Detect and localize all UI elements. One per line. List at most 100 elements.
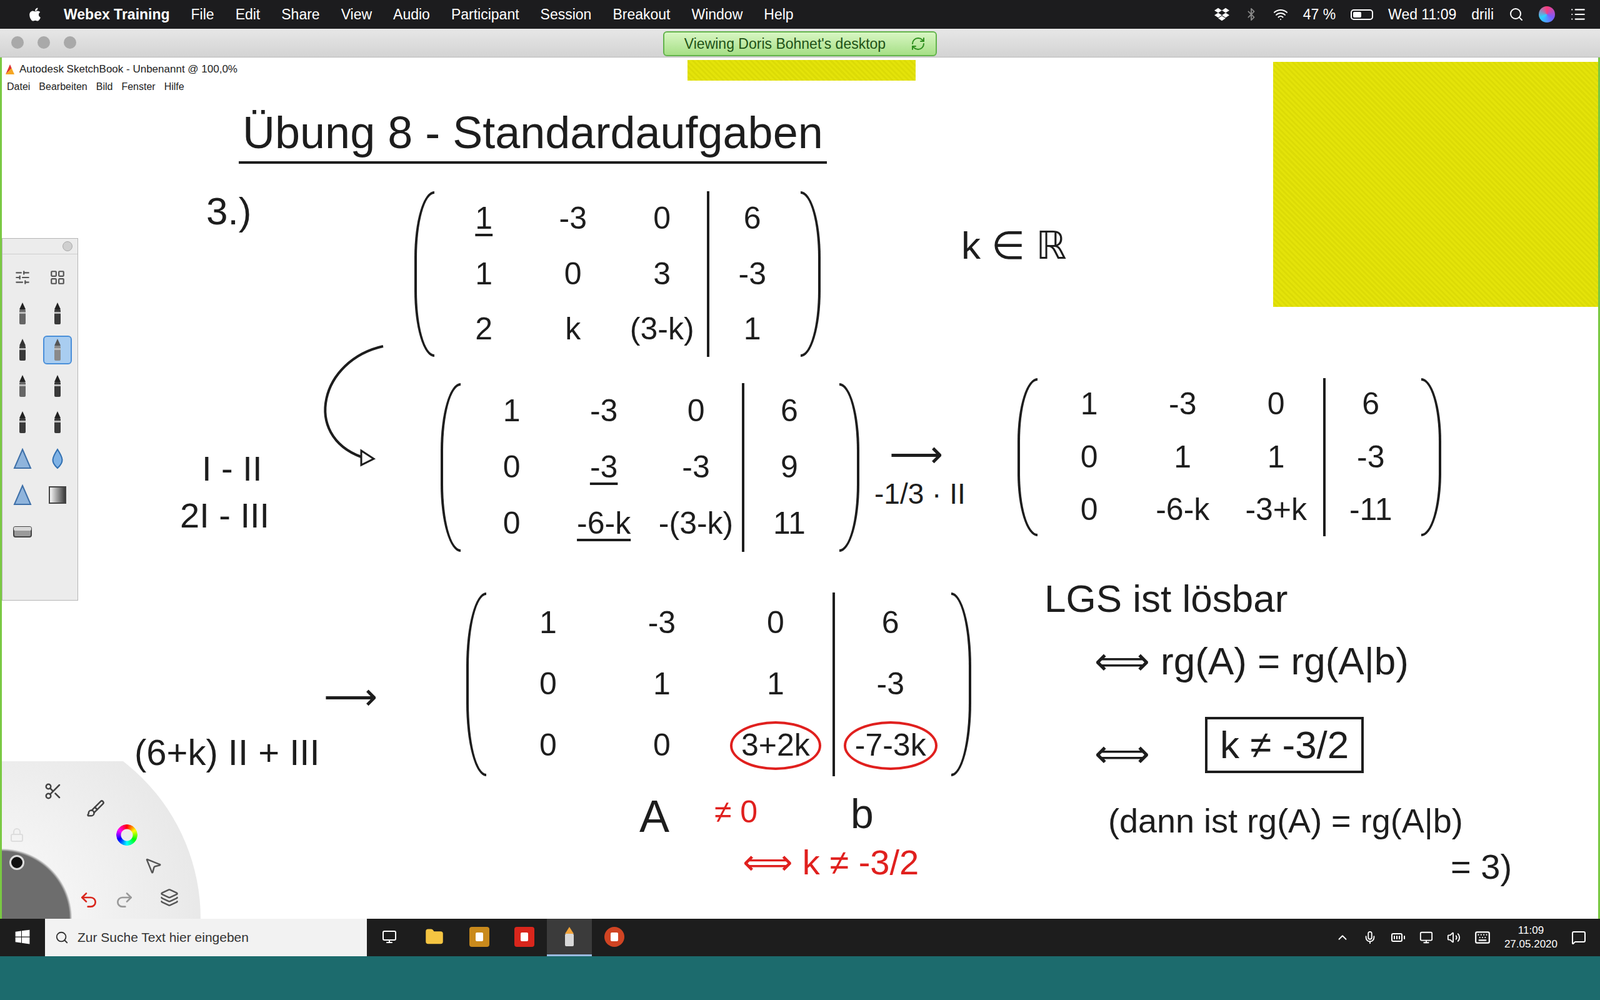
battery-icon[interactable] bbox=[1390, 930, 1406, 945]
tools-icon bbox=[43, 781, 63, 801]
matrix-cell: -3 bbox=[528, 191, 619, 247]
menu-item[interactable]: Help bbox=[763, 6, 794, 24]
tool-button[interactable] bbox=[8, 444, 37, 474]
tool-button[interactable] bbox=[8, 335, 37, 365]
matrix: 1-306011-3003+2k-7-3k bbox=[466, 592, 972, 777]
matrix-cell: 1 bbox=[1042, 378, 1137, 431]
menu-item[interactable]: Share bbox=[281, 6, 320, 24]
notification-icon[interactable] bbox=[1571, 930, 1587, 945]
tool-button[interactable] bbox=[8, 480, 37, 510]
tool-button[interactable] bbox=[8, 263, 37, 292]
taskbar-app[interactable] bbox=[546, 918, 592, 957]
menu-item[interactable]: Bild bbox=[96, 81, 114, 93]
keyboard-icon[interactable] bbox=[1474, 929, 1491, 946]
matrix-cell: 0 bbox=[1042, 430, 1137, 484]
tool-button[interactable] bbox=[8, 516, 37, 546]
handwritten-note: 2I - III bbox=[180, 494, 270, 537]
menu-item[interactable]: File bbox=[191, 6, 215, 24]
powerpoint-icon bbox=[604, 926, 625, 947]
minimize-button[interactable] bbox=[37, 36, 50, 49]
microphone-icon[interactable] bbox=[1363, 930, 1377, 945]
matrix-cell: 11 bbox=[741, 495, 834, 552]
radial-item[interactable] bbox=[158, 886, 180, 909]
menu-item[interactable]: Datei bbox=[6, 81, 30, 93]
task-view-button[interactable] bbox=[366, 918, 412, 957]
tool-button[interactable] bbox=[43, 408, 72, 437]
menu-item[interactable]: Hilfe bbox=[164, 81, 185, 93]
handwritten-note: k ≠ -3/2 bbox=[1205, 716, 1364, 774]
taskbar-app[interactable] bbox=[411, 918, 457, 957]
menu-item[interactable]: Participant bbox=[451, 6, 520, 24]
handwritten-note: ⟶ bbox=[323, 674, 378, 720]
handwritten-note: k ∈ ℝ bbox=[961, 222, 1067, 269]
sync-icon[interactable] bbox=[910, 36, 926, 52]
matrix-cell: (3-k) bbox=[617, 301, 707, 357]
radial-item[interactable] bbox=[42, 780, 64, 802]
battery-icon[interactable] bbox=[1350, 9, 1374, 20]
app-menu[interactable]: Webex Training bbox=[63, 6, 170, 24]
chevron-up-icon[interactable] bbox=[1335, 930, 1350, 945]
cell-text: -6-k bbox=[576, 505, 631, 542]
menu-item[interactable]: View bbox=[341, 6, 372, 24]
tool-button[interactable] bbox=[43, 299, 72, 329]
radial-item[interactable] bbox=[116, 824, 138, 846]
notification-list-icon[interactable] bbox=[1570, 6, 1587, 23]
taskbar-app[interactable] bbox=[501, 918, 547, 957]
menu-item[interactable]: Audio bbox=[393, 6, 430, 24]
menu-item[interactable]: Window bbox=[691, 6, 743, 24]
tool-button[interactable] bbox=[43, 371, 72, 401]
menu-item[interactable]: Fenster bbox=[121, 81, 155, 93]
redo-icon bbox=[114, 890, 135, 910]
radial-ring bbox=[1, 761, 201, 919]
radial-item[interactable] bbox=[6, 824, 28, 846]
user-name[interactable]: drili bbox=[1471, 6, 1494, 24]
matrix-cell: 1 bbox=[491, 592, 605, 654]
tool-button[interactable] bbox=[43, 480, 72, 510]
wifi-icon[interactable] bbox=[1273, 6, 1289, 22]
radial-item[interactable] bbox=[6, 851, 28, 874]
siri-icon[interactable] bbox=[1538, 6, 1555, 23]
cell-text: 0 bbox=[1267, 386, 1285, 423]
zoom-button[interactable] bbox=[63, 36, 77, 49]
bluetooth-icon[interactable] bbox=[1244, 7, 1259, 22]
handwritten-note: = 3) bbox=[1450, 845, 1512, 888]
taskbar-app[interactable] bbox=[456, 918, 502, 957]
tool-button[interactable] bbox=[8, 408, 37, 437]
start-button[interactable] bbox=[0, 918, 45, 957]
palette-close-button[interactable] bbox=[62, 241, 73, 252]
tool-button[interactable] bbox=[8, 371, 37, 401]
radial-item[interactable] bbox=[113, 889, 135, 911]
apple-icon[interactable] bbox=[27, 6, 43, 22]
taskbar-app[interactable] bbox=[591, 918, 637, 957]
matrix-cell: 1 bbox=[1136, 430, 1230, 484]
handwritten-note: ⟺ rg(A) = rg(A|b) bbox=[1094, 638, 1409, 685]
dropbox-icon[interactable] bbox=[1214, 6, 1230, 22]
matrix: 1-3060-3-390-6-k-(3-k)11 bbox=[440, 383, 860, 552]
menu-item[interactable]: Session bbox=[540, 6, 592, 24]
volume-icon[interactable] bbox=[1446, 930, 1461, 945]
radial-item[interactable] bbox=[142, 855, 164, 877]
cell-text: 6 bbox=[881, 605, 900, 642]
tool-button[interactable] bbox=[43, 444, 72, 474]
cell-text: 0 bbox=[539, 666, 557, 703]
search-icon[interactable] bbox=[1508, 6, 1524, 22]
radial-item[interactable] bbox=[85, 798, 107, 820]
cell-text: 0 bbox=[653, 200, 671, 237]
matrix-cell: 0 bbox=[1229, 378, 1324, 431]
tray-clock[interactable]: 11:0927.05.2020 bbox=[1504, 923, 1558, 952]
radial-item[interactable] bbox=[78, 889, 100, 911]
close-button[interactable] bbox=[11, 36, 24, 49]
cell-text: -3+k bbox=[1245, 491, 1307, 529]
tool-button[interactable] bbox=[8, 299, 37, 329]
clock[interactable]: Wed 11:09 bbox=[1388, 6, 1457, 24]
network-icon[interactable] bbox=[1419, 930, 1434, 945]
menu-item[interactable]: Bearbeiten bbox=[38, 81, 87, 93]
search-field[interactable]: Zur Suche Text hier eingeben bbox=[45, 918, 367, 957]
tool-button[interactable] bbox=[43, 335, 72, 365]
handwritten-note: ≠ 0 bbox=[714, 793, 758, 831]
menu-item[interactable]: Edit bbox=[235, 6, 261, 24]
pencil-icon bbox=[16, 301, 29, 326]
lock-icon bbox=[9, 827, 25, 843]
menu-item[interactable]: Breakout bbox=[612, 6, 670, 24]
tool-button[interactable] bbox=[43, 263, 72, 292]
